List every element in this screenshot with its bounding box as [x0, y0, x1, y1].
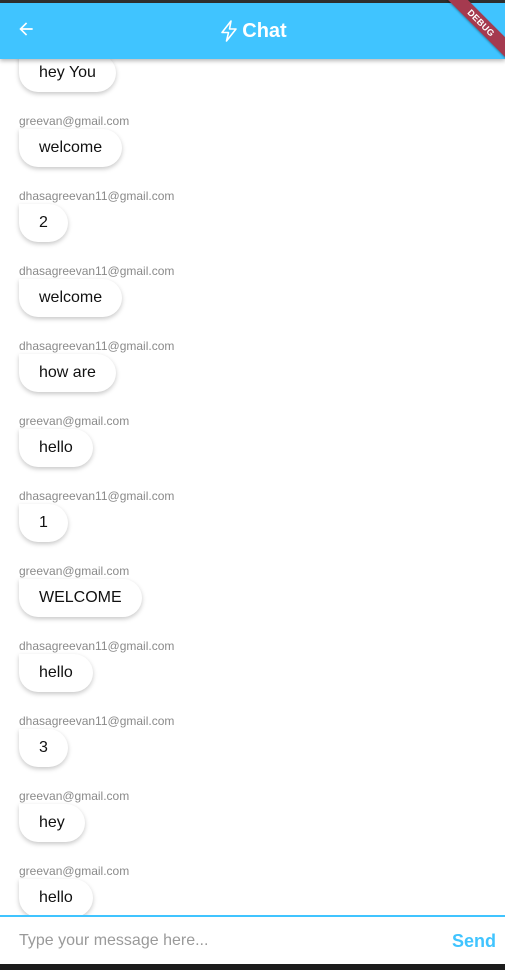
- message-input[interactable]: [19, 927, 439, 955]
- message-sender: dhasagreevan11@gmail.com: [19, 639, 175, 653]
- page-title: Chat: [0, 3, 505, 59]
- message-sender: greevan@gmail.com: [19, 114, 130, 128]
- message-item: dhasagreevan11@gmail.com 3: [19, 713, 489, 786]
- message-list[interactable]: hey You greevan@gmail.com welcome dhasag…: [0, 59, 505, 915]
- message-sender: dhasagreevan11@gmail.com: [19, 489, 175, 503]
- message-item: greevan@gmail.com welcome: [19, 113, 489, 186]
- message-bubble: 2: [19, 204, 68, 242]
- message-item: dhasagreevan11@gmail.com how are: [19, 338, 489, 411]
- message-bubble: hello: [19, 429, 93, 467]
- message-item: greevan@gmail.com WELCOME: [19, 563, 489, 636]
- message-item: dhasagreevan11@gmail.com 1: [19, 488, 489, 561]
- message-sender: dhasagreevan11@gmail.com: [19, 189, 175, 203]
- bottom-strip: [0, 964, 505, 970]
- message-bubble: hello: [19, 654, 93, 692]
- send-button[interactable]: Send: [452, 927, 496, 955]
- message-sender: dhasagreevan11@gmail.com: [19, 264, 175, 278]
- message-item: hey You: [19, 59, 489, 111]
- message-item: dhasagreevan11@gmail.com hello: [19, 638, 489, 711]
- lightning-bolt-icon: [218, 19, 240, 43]
- message-bubble: how are: [19, 354, 116, 392]
- message-bubble: 1: [19, 504, 68, 542]
- page-title-text: Chat: [242, 19, 287, 42]
- message-list-content: hey You greevan@gmail.com welcome dhasag…: [19, 59, 489, 915]
- message-bubble: welcome: [19, 129, 123, 167]
- message-item: greevan@gmail.com hello: [19, 863, 489, 915]
- message-bubble: hey: [19, 804, 85, 842]
- message-sender: dhasagreevan11@gmail.com: [19, 339, 175, 353]
- message-sender: greevan@gmail.com: [19, 864, 130, 878]
- chat-screen: Chat DEBUG hey You greevan@gmail.com wel…: [0, 0, 505, 970]
- message-sender: greevan@gmail.com: [19, 789, 130, 803]
- message-item: greevan@gmail.com hey: [19, 788, 489, 861]
- message-item: dhasagreevan11@gmail.com welcome: [19, 263, 489, 336]
- message-bubble: hello: [19, 879, 93, 915]
- message-bubble: welcome: [19, 279, 123, 317]
- message-bubble: 3: [19, 729, 68, 767]
- message-sender: dhasagreevan11@gmail.com: [19, 714, 175, 728]
- message-item: greevan@gmail.com hello: [19, 413, 489, 486]
- message-sender: greevan@gmail.com: [19, 414, 130, 428]
- message-composer: Send: [0, 915, 505, 966]
- app-bar: Chat: [0, 3, 505, 59]
- message-bubble: hey You: [19, 59, 116, 92]
- message-sender: greevan@gmail.com: [19, 564, 130, 578]
- message-item: dhasagreevan11@gmail.com 2: [19, 188, 489, 261]
- message-bubble: WELCOME: [19, 579, 142, 617]
